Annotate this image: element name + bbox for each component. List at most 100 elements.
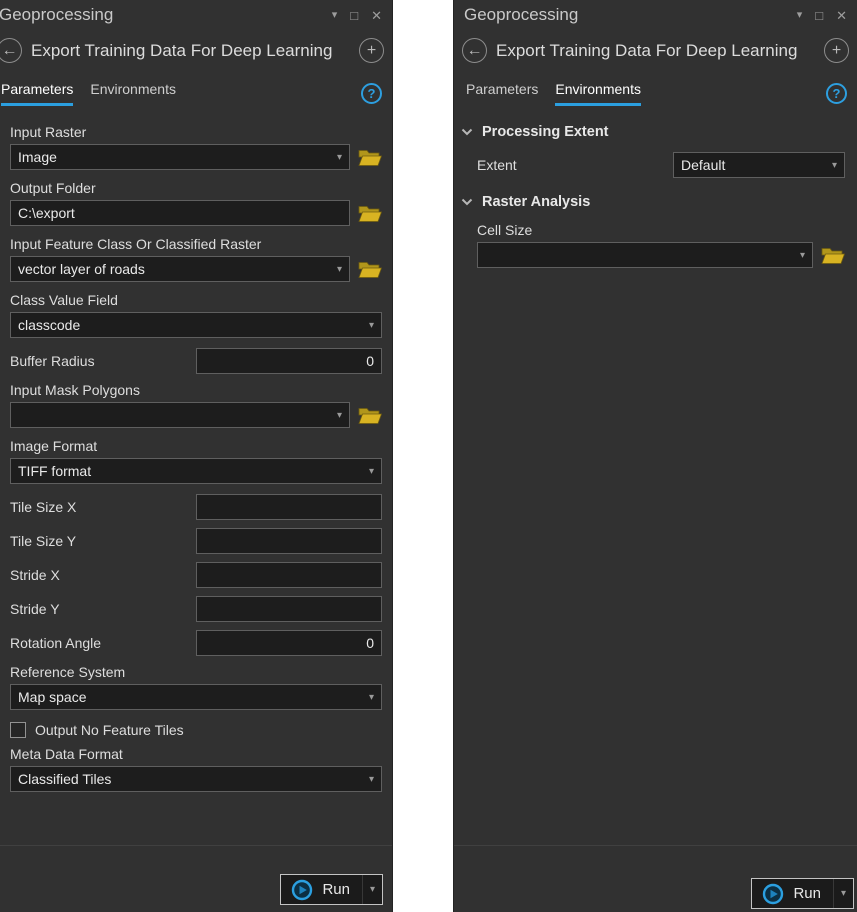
field-input-feature-class: Input Feature Class Or Classified Raster… [10,236,382,282]
add-to-model-button[interactable]: + [824,38,849,63]
tool-header: ← Export Training Data For Deep Learning… [454,27,857,67]
output-folder-browse-button[interactable] [358,203,382,223]
tile-size-x-label: Tile Size X [10,499,196,515]
extent-combo[interactable]: Default ▾ [673,152,845,178]
help-icon: ? [833,86,841,101]
add-to-model-button[interactable]: + [359,38,384,63]
help-button[interactable]: ? [826,83,847,104]
plus-icon: + [832,43,841,59]
help-icon: ? [368,86,376,101]
chevron-down-icon: ▾ [337,264,342,275]
cell-size-browse-button[interactable] [821,245,845,265]
class-value-field-label: Class Value Field [10,292,382,308]
pane-menu-icon[interactable]: ▾ [332,10,338,21]
tab-bar: Parameters Environments ? [0,67,392,106]
pane-footer: Run ▾ [454,845,857,912]
section-title: Raster Analysis [482,194,590,210]
input-raster-combo[interactable]: Image ▾ [10,144,350,170]
section-raster-analysis[interactable]: Raster Analysis [460,188,847,222]
chevron-down-icon: ▾ [369,774,374,785]
help-button[interactable]: ? [361,83,382,104]
pane-title: Geoprocessing [464,5,797,25]
meta-data-format-label: Meta Data Format [10,746,382,762]
input-feature-class-browse-button[interactable] [358,259,382,279]
tab-parameters[interactable]: Parameters [1,81,73,106]
run-button-main: Run [281,879,362,901]
pane-footer: Run ▾ [0,845,392,912]
cell-size-combo[interactable]: ▾ [477,242,813,268]
stride-x-input[interactable] [196,562,382,588]
pane-titlebar: Geoprocessing ▾ □ ✕ [454,0,857,27]
run-options-button[interactable]: ▾ [833,879,853,908]
field-class-value-field: Class Value Field classcode ▾ [10,292,382,338]
input-mask-polygons-browse-button[interactable] [358,405,382,425]
tool-header: ← Export Training Data For Deep Learning… [0,27,392,67]
rotation-angle-label: Rotation Angle [10,635,196,651]
input-feature-class-label: Input Feature Class Or Classified Raster [10,236,382,252]
run-button-main: Run [752,883,833,905]
float-pane-icon[interactable]: □ [350,9,358,22]
cell-size-label: Cell Size [477,222,845,238]
processing-extent-body: Extent Default ▾ [460,152,847,178]
output-no-feature-tiles-checkbox[interactable] [10,722,26,738]
field-tile-size-y: Tile Size Y [10,528,382,554]
stride-y-input[interactable] [196,596,382,622]
field-buffer-radius: Buffer Radius [10,348,382,374]
stride-x-label: Stride X [10,567,196,583]
tile-size-y-label: Tile Size Y [10,533,196,549]
tile-size-x-input[interactable] [196,494,382,520]
geoprocessing-pane-environments: Geoprocessing ▾ □ ✕ ← Export Training Da… [453,0,857,912]
combo-value: Image [18,149,57,165]
tab-bar: Parameters Environments ? [454,67,857,106]
output-folder-label: Output Folder [10,180,382,196]
tile-size-y-input[interactable] [196,528,382,554]
buffer-radius-input[interactable] [196,348,382,374]
input-feature-class-combo[interactable]: vector layer of roads ▾ [10,256,350,282]
meta-data-format-combo[interactable]: Classified Tiles ▾ [10,766,382,792]
section-processing-extent[interactable]: Processing Extent [460,118,847,152]
back-button[interactable]: ← [0,38,22,63]
input-mask-polygons-combo[interactable]: ▾ [10,402,350,428]
field-output-folder: Output Folder [10,180,382,226]
close-icon[interactable]: ✕ [836,9,847,22]
tab-environments[interactable]: Environments [90,81,176,106]
input-mask-polygons-label: Input Mask Polygons [10,382,382,398]
folder-icon [358,148,382,167]
tab-parameters[interactable]: Parameters [466,81,538,106]
chevron-down-icon: ▾ [369,466,374,477]
image-format-combo[interactable]: TIFF format ▾ [10,458,382,484]
combo-value: TIFF format [18,463,91,479]
geoprocessing-pane-parameters: Geoprocessing ▾ □ ✕ ← Export Training Da… [0,0,393,912]
chevron-down-icon: ▾ [337,410,342,421]
reference-system-combo[interactable]: Map space ▾ [10,684,382,710]
run-button[interactable]: Run ▾ [751,878,854,909]
input-raster-browse-button[interactable] [358,147,382,167]
field-meta-data-format: Meta Data Format Classified Tiles ▾ [10,746,382,792]
environments-form: Processing Extent Extent Default ▾ Raste… [454,106,857,268]
run-label: Run [322,881,350,898]
chevron-down-icon: ▾ [337,152,342,163]
close-icon[interactable]: ✕ [371,9,382,22]
output-folder-input[interactable] [10,200,350,226]
back-arrow-icon: ← [2,43,18,59]
field-stride-y: Stride Y [10,596,382,622]
tool-title: Export Training Data For Deep Learning [496,41,815,61]
extent-label: Extent [477,157,673,173]
class-value-field-combo[interactable]: classcode ▾ [10,312,382,338]
combo-value: Map space [18,689,86,705]
pane-menu-icon[interactable]: ▾ [797,10,803,21]
field-output-no-feature-tiles: Output No Feature Tiles [10,722,382,738]
parameters-form: Input Raster Image ▾ Output Folder [0,106,392,792]
rotation-angle-input[interactable] [196,630,382,656]
run-options-button[interactable]: ▾ [362,875,382,904]
back-button[interactable]: ← [462,38,487,63]
chevron-down-icon [461,198,473,206]
tab-environments[interactable]: Environments [555,81,641,106]
run-button[interactable]: Run ▾ [280,874,383,905]
float-pane-icon[interactable]: □ [815,9,823,22]
field-stride-x: Stride X [10,562,382,588]
folder-icon [358,260,382,279]
folder-icon [358,204,382,223]
folder-icon [821,246,845,265]
field-input-mask-polygons: Input Mask Polygons ▾ [10,382,382,428]
